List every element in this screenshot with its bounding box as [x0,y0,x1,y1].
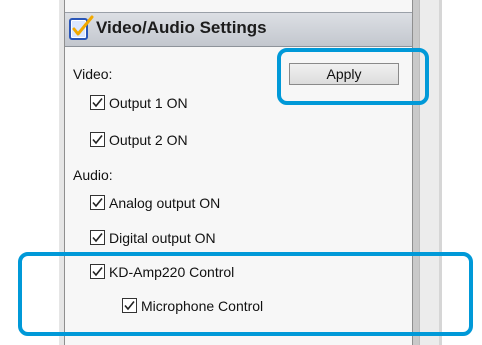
digital-output-label[interactable]: Digital output ON [109,230,216,246]
audio-group-label: Audio: [73,167,113,183]
digital-output-checkbox[interactable] [90,230,105,245]
output-1-checkbox[interactable] [90,95,105,110]
checkmark-icon [92,135,103,145]
analog-output-label[interactable]: Analog output ON [109,195,220,211]
analog-output-checkbox[interactable] [90,195,105,210]
panel-title: Video/Audio Settings [96,18,267,37]
output-2-checkbox[interactable] [90,132,105,147]
checkmark-icon [92,98,103,108]
checkmark-icon [92,233,103,243]
settings-check-icon [68,14,94,42]
apply-highlight-box [277,48,429,105]
amp-control-highlight-box [18,252,473,336]
output-1-label[interactable]: Output 1 ON [109,95,188,111]
output-2-label[interactable]: Output 2 ON [109,132,188,148]
video-group-label: Video: [73,66,113,82]
checkmark-icon [92,198,103,208]
